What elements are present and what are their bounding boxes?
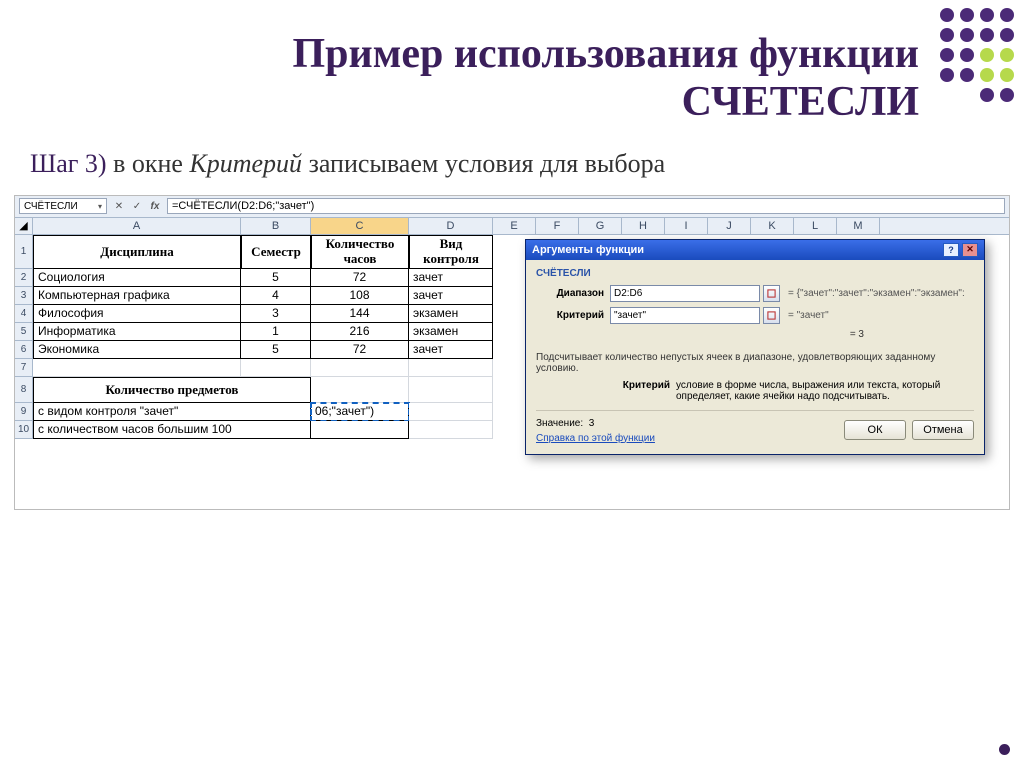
- cell[interactable]: 5: [241, 341, 311, 359]
- ok-button[interactable]: ОК: [844, 420, 906, 440]
- fx-icon[interactable]: fx: [147, 198, 163, 214]
- confirm-icon[interactable]: ✓: [129, 198, 145, 214]
- range-input[interactable]: D2:D6: [610, 285, 760, 302]
- col-header[interactable]: M: [837, 218, 880, 234]
- col-header[interactable]: J: [708, 218, 751, 234]
- active-cell[interactable]: 06;"зачет"): [311, 403, 409, 421]
- value-label: Значение: 3: [536, 418, 594, 429]
- function-name: СЧЁТЕСЛИ: [536, 268, 974, 279]
- cell[interactable]: зачет: [409, 269, 493, 287]
- col-header[interactable]: I: [665, 218, 708, 234]
- col-header[interactable]: L: [794, 218, 837, 234]
- cell[interactable]: Семестр: [241, 235, 311, 269]
- cell[interactable]: зачет: [409, 287, 493, 305]
- select-all-corner[interactable]: ◢: [15, 218, 33, 234]
- row-number[interactable]: 8: [15, 377, 33, 403]
- range-picker-icon[interactable]: [763, 285, 780, 302]
- cell[interactable]: [311, 359, 409, 377]
- cell[interactable]: 108: [311, 287, 409, 305]
- cell[interactable]: 216: [311, 323, 409, 341]
- cell[interactable]: [409, 377, 493, 403]
- cell[interactable]: [409, 359, 493, 377]
- formula-bar: СЧЁТЕСЛИ▾ ✕ ✓ fx =СЧЁТЕСЛИ(D2:D6;"зачет"…: [15, 196, 1009, 218]
- step-description: Шаг 3) в окне Критерий записываем услови…: [0, 149, 1024, 195]
- cell[interactable]: Количество предметов: [33, 377, 311, 403]
- cell[interactable]: Экономика: [33, 341, 241, 359]
- dialog-titlebar[interactable]: Аргументы функции ? ✕: [526, 240, 984, 260]
- param-description: условие в форме числа, выражения или тек…: [676, 380, 974, 402]
- cell[interactable]: Социология: [33, 269, 241, 287]
- cell[interactable]: с количеством часов большим 100: [33, 421, 311, 439]
- row-number[interactable]: 5: [15, 323, 33, 341]
- cell[interactable]: Информатика: [33, 323, 241, 341]
- excel-screenshot: СЧЁТЕСЛИ▾ ✕ ✓ fx =СЧЁТЕСЛИ(D2:D6;"зачет"…: [14, 195, 1010, 510]
- slide-title: Пример использования функции СЧЕТЕСЛИ: [0, 0, 1024, 149]
- close-icon[interactable]: ✕: [962, 243, 978, 257]
- cell[interactable]: [311, 377, 409, 403]
- row-number[interactable]: 1: [15, 235, 33, 269]
- row-number[interactable]: 9: [15, 403, 33, 421]
- cell[interactable]: экзамен: [409, 305, 493, 323]
- chevron-down-icon[interactable]: ▾: [98, 202, 102, 211]
- row-number[interactable]: 3: [15, 287, 33, 305]
- help-link[interactable]: Справка по этой функции: [536, 433, 655, 444]
- cancel-button[interactable]: Отмена: [912, 420, 974, 440]
- cell[interactable]: 1: [241, 323, 311, 341]
- column-headers: ◢ A B C D E F G H I J K L M: [15, 218, 1009, 235]
- criteria-input[interactable]: "зачет": [610, 307, 760, 324]
- cell[interactable]: экзамен: [409, 323, 493, 341]
- help-icon[interactable]: ?: [943, 243, 959, 257]
- col-header[interactable]: C: [311, 218, 409, 234]
- col-header[interactable]: D: [409, 218, 493, 234]
- footer-dot: [999, 744, 1010, 755]
- range-label: Диапазон: [536, 288, 610, 299]
- row-number[interactable]: 2: [15, 269, 33, 287]
- criteria-picker-icon[interactable]: [763, 307, 780, 324]
- cell[interactable]: Количество часов: [311, 235, 409, 269]
- row-number[interactable]: 4: [15, 305, 33, 323]
- cell[interactable]: зачет: [409, 341, 493, 359]
- cell[interactable]: Философия: [33, 305, 241, 323]
- cell[interactable]: [409, 403, 493, 421]
- col-header[interactable]: F: [536, 218, 579, 234]
- row-number[interactable]: 10: [15, 421, 33, 439]
- col-header[interactable]: K: [751, 218, 794, 234]
- col-header[interactable]: G: [579, 218, 622, 234]
- criteria-preview: = "зачет": [788, 310, 829, 321]
- cell[interactable]: 72: [311, 341, 409, 359]
- cell[interactable]: [409, 421, 493, 439]
- function-description: Подсчитывает количество непустых ячеек в…: [536, 352, 974, 374]
- range-preview: = {"зачет":"зачет":"экзамен":"экзамен":: [788, 288, 965, 299]
- cell[interactable]: [311, 421, 409, 439]
- criteria-label: Критерий: [536, 310, 610, 321]
- cell[interactable]: 144: [311, 305, 409, 323]
- result-equals: = 3: [536, 329, 974, 340]
- row-number[interactable]: 6: [15, 341, 33, 359]
- cell[interactable]: [33, 359, 241, 377]
- cell[interactable]: 72: [311, 269, 409, 287]
- cell[interactable]: Дисциплина: [33, 235, 241, 269]
- row-number[interactable]: 7: [15, 359, 33, 377]
- cell[interactable]: [241, 359, 311, 377]
- cell[interactable]: 4: [241, 287, 311, 305]
- name-box[interactable]: СЧЁТЕСЛИ▾: [19, 198, 107, 214]
- col-header[interactable]: B: [241, 218, 311, 234]
- col-header[interactable]: A: [33, 218, 241, 234]
- cell[interactable]: Вид контроля: [409, 235, 493, 269]
- cell[interactable]: Компьютерная графика: [33, 287, 241, 305]
- decorative-dots: [940, 8, 1014, 102]
- cell[interactable]: 5: [241, 269, 311, 287]
- col-header[interactable]: E: [493, 218, 536, 234]
- cell[interactable]: 3: [241, 305, 311, 323]
- cancel-icon[interactable]: ✕: [111, 198, 127, 214]
- function-arguments-dialog: Аргументы функции ? ✕ СЧЁТЕСЛИ Диапазон …: [525, 239, 985, 455]
- cell[interactable]: с видом контроля "зачет": [33, 403, 311, 421]
- col-header[interactable]: H: [622, 218, 665, 234]
- param-name: Критерий: [536, 380, 676, 402]
- formula-input[interactable]: =СЧЁТЕСЛИ(D2:D6;"зачет"): [167, 198, 1005, 214]
